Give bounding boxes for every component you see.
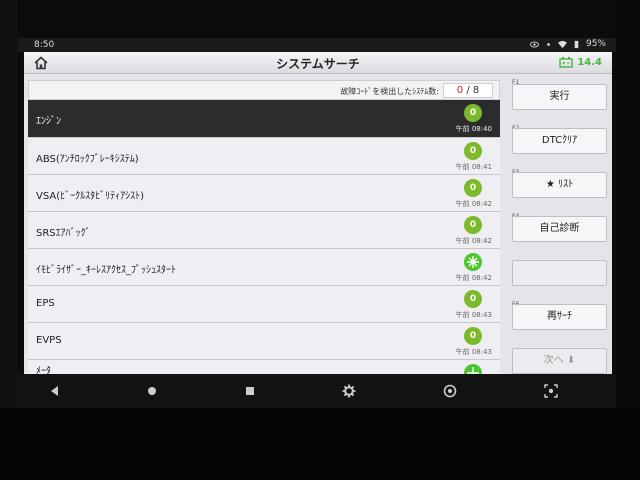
- home-circle-icon[interactable]: [145, 384, 159, 398]
- dtc-badge: 0: [464, 142, 482, 160]
- screenshot-icon[interactable]: [544, 384, 558, 398]
- dtc-found-count: 0: [456, 85, 464, 96]
- f5-blank-button[interactable]: [512, 260, 607, 286]
- settings-gear-icon[interactable]: [342, 384, 356, 398]
- vehicle-battery: 14.4: [559, 56, 602, 68]
- dtc-count-box: 0 / 8: [443, 83, 493, 98]
- device-bezel-bottom: [0, 408, 640, 480]
- system-row[interactable]: ABS(ｱﾝﾁﾛｯｸﾌﾞﾚｰｷｼｽﾃﾑ) 0 午前 08:41: [28, 138, 500, 175]
- scan-time: 午前 08:42: [455, 237, 492, 245]
- system-row[interactable]: VSA(ﾋﾞｰｸﾙｽﾀﾋﾞﾘﾃｨｱｼｽﾄ) 0 午前 08:42: [28, 175, 500, 212]
- eye-icon: [529, 41, 539, 47]
- dtc-badge: 0: [464, 290, 482, 308]
- car-battery-icon: [559, 57, 574, 68]
- vehicle-battery-voltage: 14.4: [577, 56, 602, 68]
- system-row[interactable]: SRSｴｱﾊﾞｯｸﾞ 0 午前 08:42: [28, 212, 500, 249]
- scan-time: 午前 08:40: [455, 125, 492, 133]
- dtc-count-separator: /: [466, 85, 470, 96]
- battery-icon: [574, 40, 579, 48]
- scan-time: 午前 08:42: [455, 274, 492, 282]
- dtc-badge: 0: [464, 179, 482, 197]
- page-title: システムサーチ: [276, 57, 360, 71]
- scan-time: 午前 08:43: [455, 311, 492, 319]
- immobilizer-status-icon: [464, 253, 482, 271]
- app-header: システムサーチ 14.4: [24, 52, 612, 74]
- system-row[interactable]: ｴﾝｼﾞﾝ 0 午前 08:40: [28, 100, 500, 138]
- android-status-bar: 8:50 95%: [18, 38, 616, 52]
- system-name: EVPS: [36, 335, 62, 346]
- scan-time: 午前 08:42: [455, 200, 492, 208]
- function-key-panel: F1 実行 F2 DTCｸﾘｱ F3 ★ ﾘｽﾄ F4 自己診断 F6 再ｻｰﾁ…: [508, 79, 610, 374]
- dot-icon: [547, 42, 550, 46]
- system-name: SRSｴｱﾊﾞｯｸﾞ: [36, 228, 91, 239]
- scan-time: 午前 08:41: [455, 163, 492, 171]
- favorites-list-button[interactable]: ★ ﾘｽﾄ: [512, 172, 607, 198]
- dtc-count-bar: 故障ｺｰﾄﾞを検出したｼｽﾃﾑ数: 0 / 8: [28, 80, 500, 100]
- system-name: ｴﾝｼﾞﾝ: [36, 116, 61, 127]
- dtc-badge: 0: [464, 327, 482, 345]
- clock: 8:50: [34, 40, 55, 50]
- execute-button[interactable]: 実行: [512, 84, 607, 110]
- dtc-count-label: 故障ｺｰﾄﾞを検出したｼｽﾃﾑ数:: [340, 87, 439, 96]
- battery-percent: 95%: [585, 39, 606, 49]
- browser-icon[interactable]: [443, 384, 457, 398]
- status-icon: [464, 364, 482, 374]
- back-icon[interactable]: [48, 384, 62, 398]
- system-name: ABS(ｱﾝﾁﾛｯｸﾌﾞﾚｰｷｼｽﾃﾑ): [36, 154, 139, 165]
- recents-icon[interactable]: [243, 384, 257, 398]
- research-button[interactable]: 再ｻｰﾁ: [512, 304, 607, 330]
- dtc-badge: 0: [464, 216, 482, 234]
- self-diagnosis-button[interactable]: 自己診断: [512, 216, 607, 242]
- system-list-panel: 故障ｺｰﾄﾞを検出したｼｽﾃﾑ数: 0 / 8 ｴﾝｼﾞﾝ 0 午前 08:40…: [28, 80, 500, 374]
- system-name: EPS: [36, 298, 55, 309]
- system-row[interactable]: ｲﾓﾋﾞﾗｲｻﾞｰ_ｷｰﾚｽｱｸｾｽ_ﾌﾟｯｼｭｽﾀｰﾄ 午前 08:42: [28, 249, 500, 286]
- app-screen: システムサーチ 14.4 故障ｺｰﾄﾞを検出したｼｽﾃﾑ数: 0 / 8 ｴﾝｼ…: [24, 52, 612, 374]
- system-name: ｲﾓﾋﾞﾗｲｻﾞｰ_ｷｰﾚｽｱｸｾｽ_ﾌﾟｯｼｭｽﾀｰﾄ: [36, 265, 176, 276]
- dtc-total-count: 8: [472, 85, 480, 96]
- system-row[interactable]: ﾒｰﾀ: [28, 360, 500, 374]
- dtc-clear-button[interactable]: DTCｸﾘｱ: [512, 128, 607, 154]
- system-name: VSA(ﾋﾞｰｸﾙｽﾀﾋﾞﾘﾃｨｱｼｽﾄ): [36, 191, 145, 202]
- system-name: ﾒｰﾀ: [36, 366, 51, 374]
- system-row[interactable]: EVPS 0 午前 08:43: [28, 323, 500, 360]
- android-nav-bar: [18, 374, 616, 408]
- system-row[interactable]: EPS 0 午前 08:43: [28, 286, 500, 323]
- dtc-badge: 0: [464, 104, 482, 122]
- next-page-button[interactable]: 次へ ⬇: [512, 348, 607, 374]
- wifi-icon: [557, 40, 567, 48]
- scan-time: 午前 08:43: [455, 348, 492, 356]
